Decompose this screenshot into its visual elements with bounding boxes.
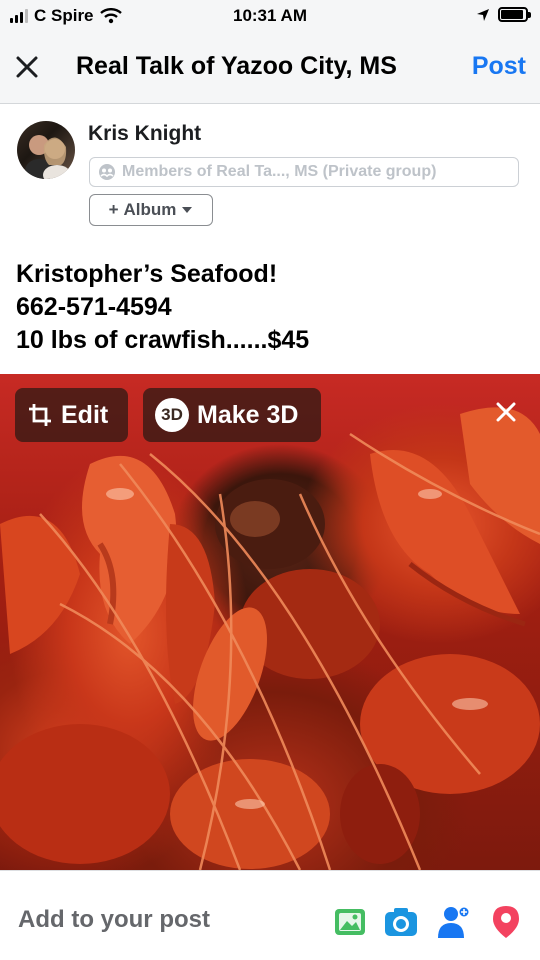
- add-to-post-bar[interactable]: Add to your post: [0, 870, 540, 960]
- album-label: Album: [123, 200, 177, 219]
- status-time: 10:31 AM: [232, 6, 307, 25]
- group-icon: [99, 164, 115, 180]
- post-button[interactable]: Post: [472, 52, 526, 81]
- make-3d-label: Make 3D: [197, 400, 299, 429]
- chevron-down-icon: [182, 207, 193, 213]
- status-right: [476, 7, 531, 22]
- plus-icon: +: [108, 200, 119, 219]
- audience-selector[interactable]: Members of Real Ta..., MS (Private group…: [89, 157, 519, 187]
- remove-photo-icon[interactable]: [494, 400, 518, 424]
- tag-people-icon[interactable]: [436, 904, 472, 940]
- album-button[interactable]: + Album: [89, 194, 213, 226]
- avatar-photo: [25, 135, 71, 179]
- crop-icon: [29, 404, 51, 426]
- composer-header: Real Talk of Yazoo City, MS Post: [0, 32, 540, 104]
- close-icon[interactable]: [12, 52, 42, 82]
- location-pin-icon[interactable]: [488, 904, 524, 940]
- 3d-icon: 3D: [155, 398, 189, 432]
- battery-icon: [498, 7, 531, 22]
- post-line: Kristopher’s Seafood!: [16, 260, 278, 288]
- author-name: Kris Knight: [88, 122, 202, 145]
- attached-photo[interactable]: Edit 3D Make 3D: [0, 374, 540, 870]
- location-arrow-icon: [477, 8, 489, 21]
- edit-label: Edit: [61, 400, 109, 429]
- photo-icon[interactable]: [332, 904, 368, 940]
- edit-button[interactable]: Edit: [15, 388, 128, 442]
- battery-level: [501, 10, 523, 19]
- make-3d-button[interactable]: 3D Make 3D: [143, 388, 321, 442]
- crawfish-image: [0, 407, 540, 870]
- status-bar: C Spire 10:31 AM: [0, 0, 540, 32]
- post-line: 10 lbs of crawfish......$45: [16, 326, 310, 354]
- post-text[interactable]: Kristopher’s Seafood! 662-571-4594 10 lb…: [16, 258, 309, 357]
- avatar: [17, 121, 75, 179]
- page-title: Real Talk of Yazoo City, MS: [76, 52, 397, 80]
- add-to-post-label: Add to your post: [18, 906, 210, 933]
- post-line: 662-571-4594: [16, 293, 172, 321]
- audience-label: Members of Real Ta..., MS (Private group…: [122, 163, 437, 180]
- camera-icon[interactable]: [383, 904, 419, 940]
